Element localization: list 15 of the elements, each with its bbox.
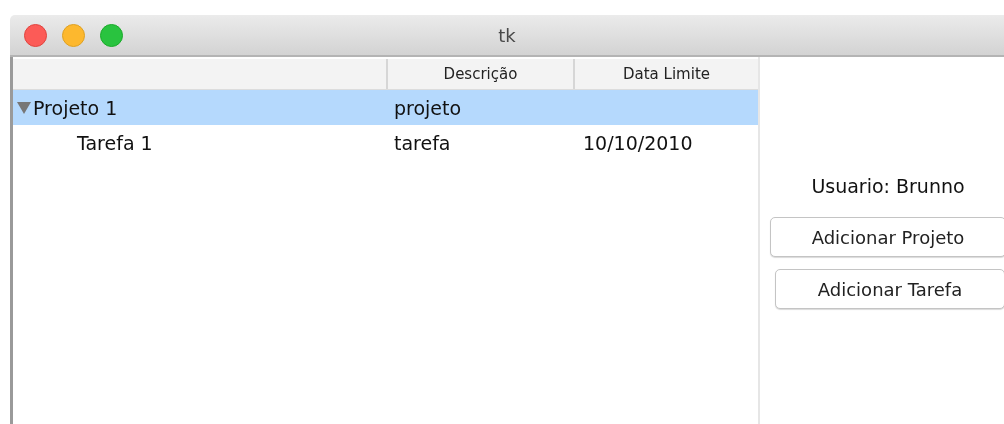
tree-item-label: Tarefa 1: [77, 131, 153, 154]
close-button[interactable]: [24, 23, 47, 47]
description-cell: projeto: [394, 96, 462, 119]
disclosure-triangle-icon[interactable]: [17, 101, 31, 114]
tree-item-label: Projeto 1: [33, 96, 118, 119]
deadline-cell: 10/10/2010: [583, 131, 693, 154]
tree-row[interactable]: Projeto 1 projeto: [13, 90, 758, 125]
zoom-button[interactable]: [100, 23, 123, 47]
add-task-button[interactable]: Adicionar Tarefa: [775, 269, 1004, 309]
window-title: tk: [498, 24, 516, 46]
add-project-button[interactable]: Adicionar Projeto: [770, 217, 1004, 257]
minimize-button[interactable]: [62, 23, 85, 47]
tree-row[interactable]: Tarefa 1 tarefa 10/10/2010: [13, 125, 758, 160]
description-cell: tarefa: [394, 131, 451, 154]
user-label: Usuario: Brunno: [811, 175, 965, 197]
